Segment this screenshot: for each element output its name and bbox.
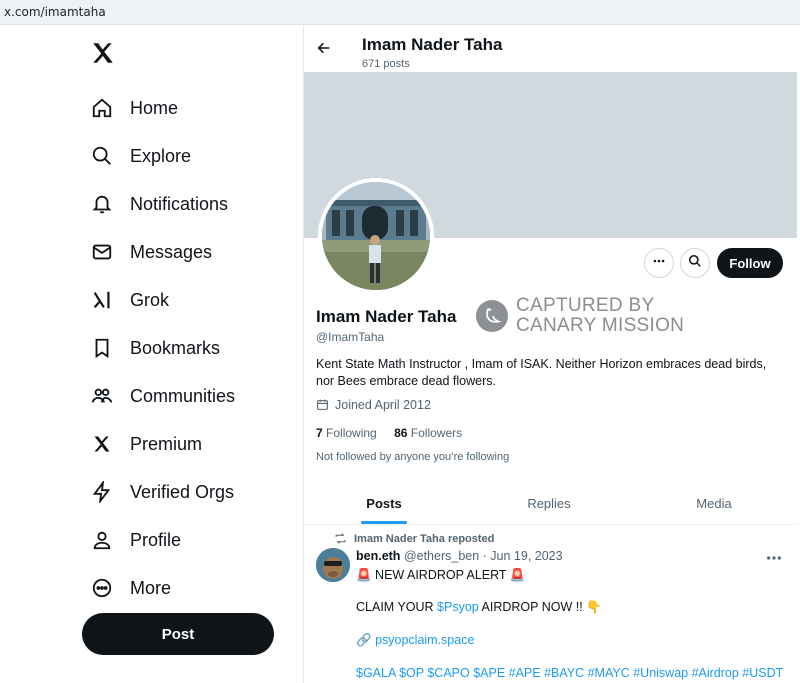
repost-indicator: Imam Nader Taha reposted bbox=[334, 532, 494, 546]
tweet-line-alert: 🚨 NEW AIRDROP ALERT 🚨 bbox=[356, 568, 526, 582]
profile-header-bar: Imam Nader Taha 671 posts bbox=[304, 26, 800, 72]
followers-count: 86 bbox=[394, 426, 408, 440]
tweet-date[interactable]: Jun 19, 2023 bbox=[490, 549, 562, 563]
search-icon bbox=[90, 144, 114, 168]
grok-icon bbox=[90, 288, 114, 312]
watermark-line-1: CAPTURED BY bbox=[516, 295, 655, 316]
sidebar-item-label: More bbox=[130, 577, 172, 598]
more-options-button[interactable] bbox=[644, 248, 674, 278]
profile-bio: Kent State Math Instructor , Imam of ISA… bbox=[316, 357, 767, 388]
bookmark-icon bbox=[90, 336, 114, 360]
tweet-author-handle[interactable]: @ethers_ben bbox=[404, 549, 479, 563]
x-logo-icon[interactable] bbox=[90, 40, 118, 68]
tweet-line-url: 🔗 psyopclaim.space bbox=[356, 633, 474, 648]
profile-column: Imam Nader Taha 671 posts Follow Imam Na… bbox=[304, 26, 800, 683]
tab-replies[interactable]: Replies bbox=[469, 481, 629, 525]
more-horizontal-icon bbox=[652, 254, 666, 273]
search-icon bbox=[688, 254, 702, 273]
sidebar-item-profile[interactable]: Profile bbox=[90, 520, 181, 560]
sidebar-item-messages[interactable]: Messages bbox=[90, 232, 212, 272]
sidebar-item-more[interactable]: More bbox=[90, 568, 171, 608]
url-text[interactable]: x.com/imamtaha bbox=[4, 5, 106, 19]
sidebar-item-bookmarks[interactable]: Bookmarks bbox=[90, 328, 220, 368]
following-link[interactable]: 7 Following bbox=[316, 426, 377, 440]
tweet-header: ben.eth @ethers_ben · Jun 19, 2023 bbox=[356, 549, 563, 563]
sidebar-item-label: Grok bbox=[130, 289, 170, 310]
sidebar-item-label: Premium bbox=[130, 433, 203, 454]
sidebar-item-label: Communities bbox=[130, 385, 236, 406]
following-count: 7 bbox=[316, 426, 323, 440]
person-icon bbox=[90, 528, 114, 552]
sidebar-item-communities[interactable]: Communities bbox=[90, 376, 235, 416]
sidebar-item-label: Bookmarks bbox=[130, 337, 221, 358]
sidebar-item-label: Notifications bbox=[130, 193, 229, 214]
profile-name: Imam Nader Taha bbox=[316, 307, 457, 326]
follow-button[interactable]: Follow bbox=[717, 248, 783, 278]
communities-icon bbox=[90, 384, 114, 408]
page-title: Imam Nader Taha bbox=[362, 35, 503, 54]
following-label: Following bbox=[326, 426, 377, 440]
sidebar-item-label: Profile bbox=[130, 529, 182, 550]
avatar[interactable] bbox=[318, 178, 434, 294]
x-logo-icon bbox=[90, 432, 114, 456]
repost-icon bbox=[334, 532, 348, 546]
tweet-hashtags[interactable]: $GALA $OP $CAPO $APE #APE #BAYC #MAYC #U… bbox=[356, 666, 783, 680]
cashtag-link[interactable]: $Psyop bbox=[437, 600, 479, 614]
joined-text: Joined April 2012 bbox=[335, 398, 431, 412]
sidebar-item-label: Explore bbox=[130, 145, 192, 166]
sidebar-item-label: Home bbox=[130, 97, 179, 118]
tweet-line-claim: CLAIM YOUR $Psyop AIRDROP NOW !! 👇 bbox=[356, 600, 602, 615]
sidebar-item-explore[interactable]: Explore bbox=[90, 136, 191, 176]
tab-posts[interactable]: Posts bbox=[304, 481, 464, 525]
profile-tabs: Posts Replies Media bbox=[304, 481, 797, 525]
tweet-url-link[interactable]: psyopclaim.space bbox=[375, 633, 474, 647]
tweet-author-avatar[interactable] bbox=[316, 548, 350, 582]
tweet[interactable]: Imam Nader Taha reposted ben.eth @ethers… bbox=[304, 526, 797, 683]
tweet-more-icon[interactable] bbox=[766, 548, 784, 562]
post-count: 671 posts bbox=[362, 58, 410, 70]
active-tab-indicator bbox=[361, 521, 407, 524]
joined-date: Joined April 2012 bbox=[316, 398, 431, 412]
tweet-separator: · bbox=[479, 549, 491, 563]
tweet-claim-prefix: CLAIM YOUR bbox=[356, 600, 438, 614]
post-button[interactable]: Post bbox=[82, 613, 274, 655]
mail-icon bbox=[90, 240, 114, 264]
not-followed-note: Not followed by anyone you’re following bbox=[316, 451, 510, 463]
sidebar-item-label: Verified Orgs bbox=[130, 481, 235, 502]
search-profile-button[interactable] bbox=[680, 248, 710, 278]
home-icon bbox=[90, 96, 114, 120]
profile-handle: @ImamTaha bbox=[316, 330, 385, 344]
sidebar-item-verified-orgs[interactable]: Verified Orgs bbox=[90, 472, 234, 512]
sidebar-item-grok[interactable]: Grok bbox=[90, 280, 169, 320]
sidebar-item-home[interactable]: Home bbox=[90, 88, 178, 128]
more-circle-icon bbox=[90, 576, 114, 600]
watermark-text: CAPTURED BY CANARY MISSION bbox=[516, 296, 684, 336]
back-arrow-icon[interactable] bbox=[316, 40, 334, 58]
follow-stats: 7 Following 86 Followers bbox=[316, 426, 476, 440]
followers-label: Followers bbox=[410, 426, 463, 440]
tweet-claim-suffix: AIRDROP NOW !! 👇 bbox=[478, 600, 602, 614]
sidebar: Home Explore Notifications Messages Grok… bbox=[0, 26, 303, 683]
tweet-author-name[interactable]: ben.eth bbox=[356, 549, 400, 563]
tab-media[interactable]: Media bbox=[634, 481, 794, 525]
calendar-icon bbox=[316, 398, 330, 412]
watermark-line-2: CANARY MISSION bbox=[516, 315, 685, 336]
followers-link[interactable]: 86 Followers bbox=[394, 426, 462, 440]
repost-text: Imam Nader Taha reposted bbox=[354, 533, 495, 545]
sidebar-item-label: Messages bbox=[130, 241, 213, 262]
browser-url-bar[interactable]: x.com/imamtaha bbox=[0, 0, 800, 25]
sidebar-item-premium[interactable]: Premium bbox=[90, 424, 202, 464]
canary-logo-icon bbox=[476, 300, 508, 332]
canary-mission-watermark: CAPTURED BY CANARY MISSION bbox=[476, 296, 684, 336]
bell-icon bbox=[90, 192, 114, 216]
lightning-icon bbox=[90, 480, 114, 504]
link-icon: 🔗 bbox=[356, 633, 372, 647]
sidebar-item-notifications[interactable]: Notifications bbox=[90, 184, 228, 224]
